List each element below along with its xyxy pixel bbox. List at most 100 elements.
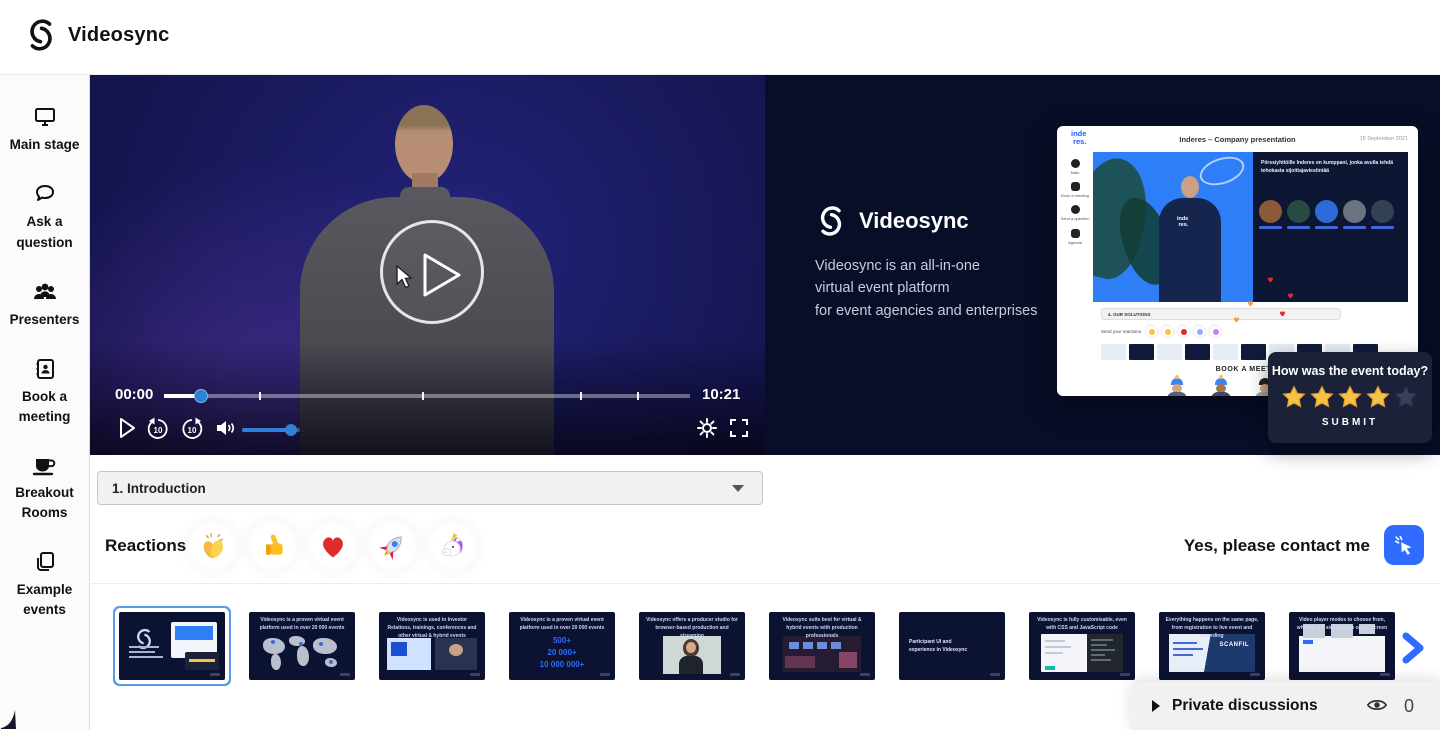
sidebar-item-main-stage[interactable]: Main stage — [2, 105, 88, 155]
sidebar-label: Ask a question — [2, 212, 88, 253]
star-filled-icon[interactable] — [1282, 385, 1306, 409]
slide-thumbnail-4[interactable]: 500+ 20 000+ 10 000 000+ Videosync is a … — [509, 612, 615, 680]
reaction-heart-button[interactable] — [307, 520, 359, 572]
heart-icon — [319, 532, 347, 560]
chapter-marker[interactable] — [580, 392, 582, 400]
slide-caption: Video player modes to choose from, wheth… — [1295, 617, 1389, 633]
sidebar-label: Main stage — [10, 135, 80, 155]
current-time: 00:00 — [115, 386, 153, 403]
rating-stars[interactable] — [1268, 385, 1432, 409]
svg-text:10: 10 — [188, 426, 197, 435]
slide-caption: Participant UI and experience in Videosy… — [909, 638, 969, 654]
floating-heart-icon — [1279, 310, 1286, 317]
preview-stage: inderes. Pörssiyhtiöille Inderes on kump… — [1093, 152, 1408, 302]
rating-submit-button[interactable]: SUBMIT — [1268, 417, 1432, 428]
info-brand: Videosync — [815, 205, 969, 237]
sidebar-item-breakout-rooms[interactable]: Breakout Rooms — [2, 455, 88, 524]
slide-thumbnail-3[interactable]: Videosync is used in Investor Relations,… — [379, 612, 485, 680]
star-filled-icon[interactable] — [1310, 385, 1334, 409]
next-slides-arrow[interactable] — [1398, 632, 1428, 664]
sidebar: Main stage Ask a question Presenters Boo… — [0, 75, 90, 730]
slide-thumbnail-9[interactable]: SCANFIL Everything happens on the same p… — [1159, 612, 1265, 680]
eye-icon — [1366, 697, 1388, 713]
slide-caption: Videosync is used in Investor Relations,… — [385, 617, 479, 640]
preview-date: 15 September 2021 — [1360, 136, 1408, 142]
chapter-marker[interactable] — [259, 392, 261, 400]
preview-header: inde res. Inderes – Company presentation… — [1057, 126, 1418, 152]
unicorn-icon — [439, 532, 467, 560]
sidebar-item-ask-question[interactable]: Ask a question — [2, 182, 88, 253]
settings-gear-icon[interactable] — [696, 417, 718, 439]
contact-button[interactable] — [1384, 525, 1424, 565]
reaction-rocket-button[interactable] — [367, 520, 419, 572]
videosync-s-icon — [24, 18, 58, 52]
chapter-marker[interactable] — [422, 392, 424, 400]
star-empty-icon[interactable] — [1394, 385, 1418, 409]
slide-overlay-text: SCANFIL — [1220, 642, 1250, 648]
sidebar-label: Breakout Rooms — [2, 483, 88, 524]
preview-video: inderes. — [1093, 152, 1253, 302]
play-button[interactable] — [118, 417, 136, 439]
private-discussions-bar[interactable]: Private discussions 0 — [1130, 682, 1440, 730]
seek-handle[interactable] — [194, 389, 208, 403]
slide-thumbnail-10[interactable]: Video player modes to choose from, wheth… — [1289, 612, 1395, 680]
preview-slide: Pörssiyhtiöille Inderes on kumppani, jon… — [1253, 152, 1408, 302]
rewind-10-button[interactable]: 10 — [146, 417, 170, 441]
volume-fill — [242, 428, 291, 432]
sidebar-item-presenters[interactable]: Presenters — [2, 280, 88, 330]
reaction-thumbs-up-button[interactable] — [247, 520, 299, 572]
fullscreen-icon[interactable] — [728, 417, 750, 439]
chapter-dropdown[interactable]: 1. Introduction — [97, 471, 763, 505]
clap-icon — [198, 531, 228, 561]
videosync-s-icon-white — [815, 205, 847, 237]
rocket-icon — [373, 526, 413, 566]
volume-handle[interactable] — [285, 424, 297, 436]
info-tagline: Videosync is an all-in-one virtual event… — [815, 255, 1037, 322]
corner-artifact — [0, 698, 20, 730]
event-rating-popup: How was the event today? SUBMIT — [1268, 352, 1432, 443]
contact-card-icon — [33, 357, 57, 381]
video-player[interactable]: 00:00 10:21 10 10 — [90, 75, 765, 455]
floating-heart-icon — [1287, 292, 1294, 299]
volume-icon[interactable] — [214, 417, 236, 439]
divider — [90, 583, 1440, 584]
sidebar-item-book-meeting[interactable]: Book a meeting — [2, 357, 88, 428]
seek-bar[interactable] — [164, 394, 690, 398]
slide-thumbnail-1[interactable] — [119, 612, 225, 680]
slide-thumbnail-6[interactable]: Videosync suits best for virtual & hybri… — [769, 612, 875, 680]
forward-10-button[interactable]: 10 — [180, 417, 204, 441]
svg-text:10: 10 — [154, 426, 163, 435]
preview-sidebar: Main Book a meeting Send a question Agen… — [1057, 152, 1093, 396]
expand-triangle-icon[interactable] — [1152, 700, 1160, 712]
floating-heart-icon — [1247, 300, 1254, 307]
chevron-down-icon — [732, 485, 744, 492]
volume-slider[interactable] — [242, 428, 300, 432]
reaction-unicorn-button[interactable] — [427, 520, 479, 572]
preview-solutions-dropdown: 4. OUR SOLUTIONS — [1101, 308, 1341, 320]
presenter-figure — [395, 105, 453, 183]
star-filled-icon[interactable] — [1338, 385, 1362, 409]
sidebar-label: Example events — [2, 580, 88, 621]
slide-caption: Videosync is a proven virtual event plat… — [515, 617, 609, 633]
discussions-label: Private discussions — [1172, 697, 1318, 715]
rating-question: How was the event today? — [1268, 364, 1432, 378]
mouse-cursor — [394, 265, 416, 291]
slide-caption: Videosync is fully customisable, even wi… — [1035, 617, 1129, 633]
chapter-marker[interactable] — [637, 392, 639, 400]
pages-icon — [33, 550, 57, 574]
videosync-logo: Videosync — [24, 18, 169, 52]
slide-thumbnail-5[interactable]: Videosync offers a producer studio for b… — [639, 612, 745, 680]
sidebar-label: Presenters — [10, 310, 80, 330]
info-brand-text: Videosync — [859, 208, 969, 234]
slide-thumbnail-2[interactable]: Videosync is a proven virtual event plat… — [249, 612, 355, 680]
slide-thumbnail-8[interactable]: Videosync is fully customisable, even wi… — [1029, 612, 1135, 680]
floating-heart-icon — [1233, 316, 1240, 323]
brand-text: Videosync — [68, 24, 169, 47]
reaction-clap-button[interactable] — [187, 520, 239, 572]
slide-caption: Videosync is a proven virtual event plat… — [255, 617, 349, 633]
star-filled-icon[interactable] — [1366, 385, 1390, 409]
player-controls: 10 10 — [90, 413, 765, 447]
slide-thumbnail-7[interactable]: Participant UI and experience in Videosy… — [899, 612, 1005, 680]
slide-caption: Videosync suits best for virtual & hybri… — [775, 617, 869, 640]
sidebar-item-example-events[interactable]: Example events — [2, 550, 88, 621]
